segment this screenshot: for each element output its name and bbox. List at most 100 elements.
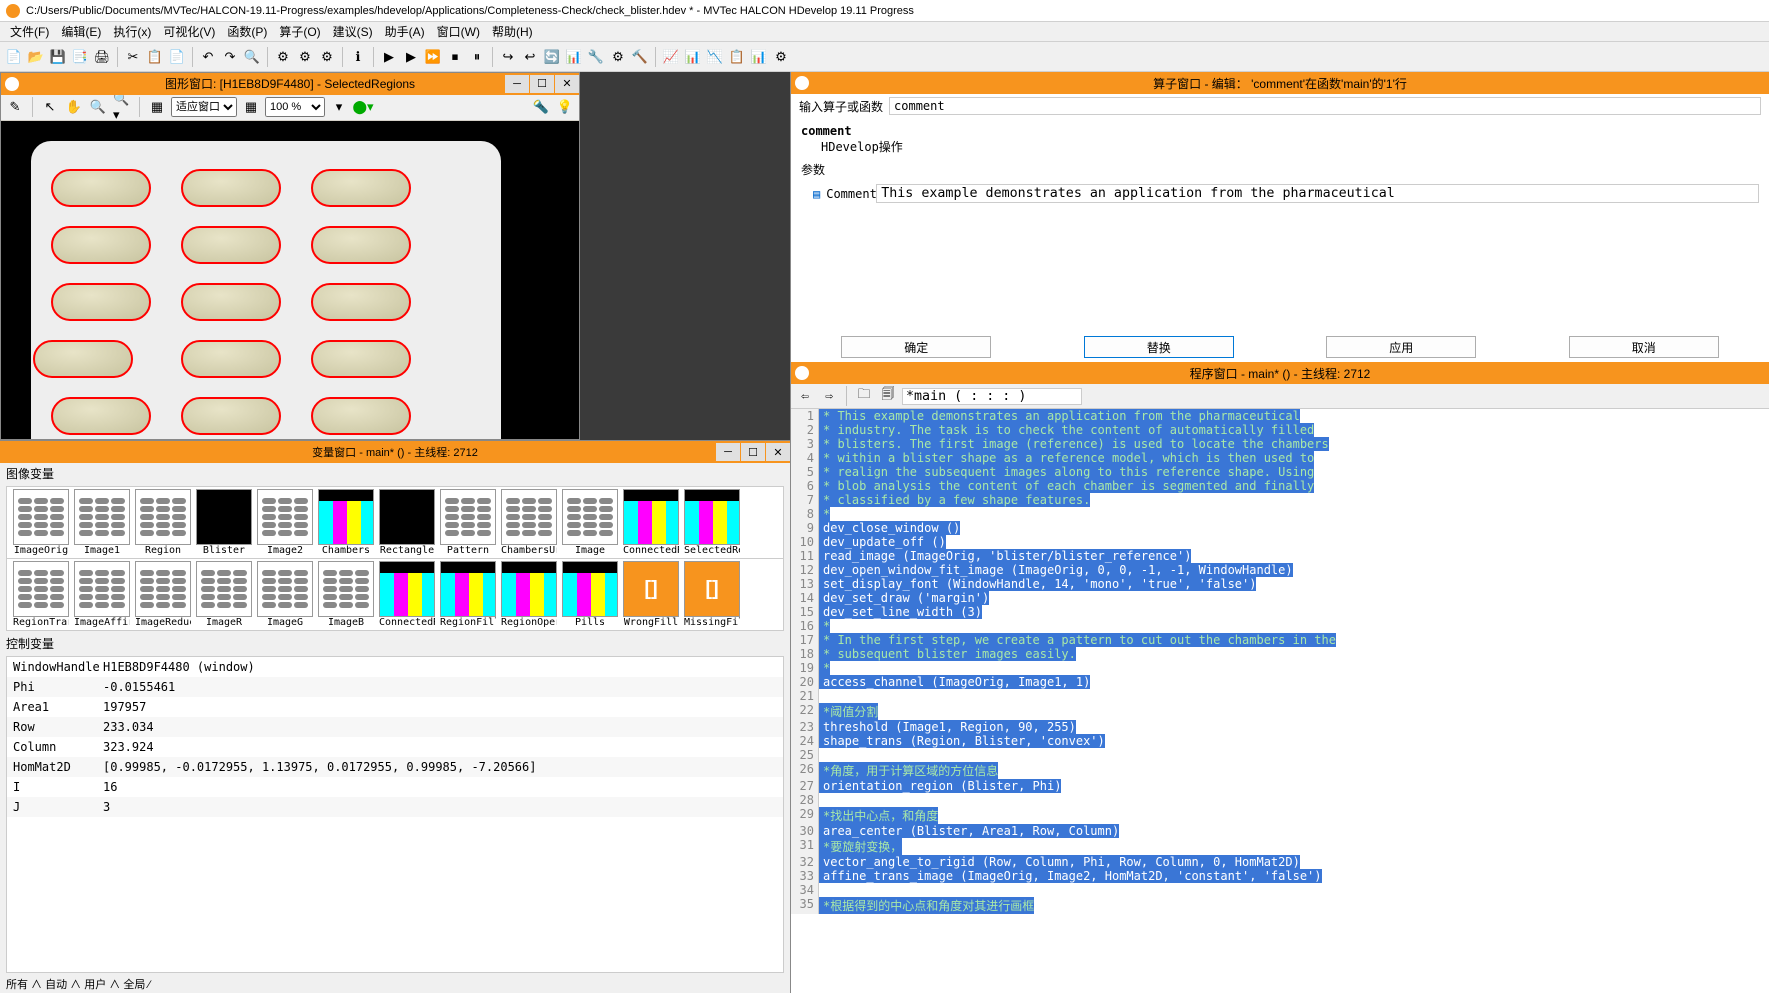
dropdown-icon[interactable]: ▾ bbox=[329, 97, 349, 117]
doc-icon[interactable]: ▤ bbox=[813, 187, 820, 201]
bulb-icon[interactable]: 💡 bbox=[555, 97, 575, 117]
code-line[interactable]: 28 bbox=[791, 793, 1769, 807]
variable-thumbnail[interactable]: Chambers bbox=[316, 489, 376, 556]
code-line[interactable]: 3* blisters. The first image (reference)… bbox=[791, 437, 1769, 451]
code-line[interactable]: 11read_image (ImageOrig, 'blister/bliste… bbox=[791, 549, 1769, 563]
toolbar-button[interactable]: ✂ bbox=[123, 47, 143, 67]
variable-thumbnail[interactable]: ImageReduc bbox=[133, 561, 193, 628]
variable-thumbnail[interactable]: Region bbox=[133, 489, 193, 556]
toolbar-button[interactable]: 🖨 bbox=[92, 47, 112, 67]
variable-thumbnail[interactable]: Image2 bbox=[255, 489, 315, 556]
graphics-viewport[interactable] bbox=[1, 121, 579, 439]
toolbar-button[interactable]: 📂 bbox=[26, 47, 46, 67]
nav-icon[interactable]: 🗀 bbox=[854, 386, 874, 406]
code-line[interactable]: 16* bbox=[791, 619, 1769, 633]
toolbar-button[interactable]: 🔄 bbox=[542, 47, 562, 67]
fit-icon[interactable]: ▦ bbox=[147, 97, 167, 117]
code-line[interactable]: 22*阈值分割 bbox=[791, 703, 1769, 720]
toolbar-button[interactable]: 📉 bbox=[705, 47, 725, 67]
code-line[interactable]: 9dev_close_window () bbox=[791, 521, 1769, 535]
code-line[interactable]: 34 bbox=[791, 883, 1769, 897]
code-line[interactable]: 20access_channel (ImageOrig, Image1, 1) bbox=[791, 675, 1769, 689]
variable-thumbnail[interactable]: RegionFill bbox=[438, 561, 498, 628]
scale-icon[interactable]: ▦ bbox=[241, 97, 261, 117]
code-line[interactable]: 10dev_update_off () bbox=[791, 535, 1769, 549]
code-line[interactable]: 30area_center (Blister, Area1, Row, Colu… bbox=[791, 824, 1769, 838]
pointer-icon[interactable]: ↖ bbox=[40, 97, 60, 117]
variable-thumbnail[interactable]: Pattern bbox=[438, 489, 498, 556]
menu-item[interactable]: 编辑(E) bbox=[61, 23, 101, 40]
code-line[interactable]: 1* This example demonstrates an applicat… bbox=[791, 409, 1769, 423]
control-vars-list[interactable]: WindowHandleH1EB8D9F4480 (window)Phi-0.0… bbox=[6, 656, 784, 973]
toolbar-button[interactable]: 📄 bbox=[167, 47, 187, 67]
toolbar-button[interactable]: ⏹ bbox=[445, 47, 465, 67]
toolbar-button[interactable]: 📊 bbox=[683, 47, 703, 67]
nav-icon[interactable]: 🗐 bbox=[878, 386, 898, 406]
variable-thumbnail[interactable]: Blister bbox=[194, 489, 254, 556]
toolbar-button[interactable]: 📈 bbox=[661, 47, 681, 67]
variable-thumbnail[interactable]: RegionOper bbox=[499, 561, 559, 628]
fit-select[interactable]: 适应窗口 bbox=[171, 97, 237, 117]
variable-thumbnail[interactable]: SelectedRe bbox=[682, 489, 742, 556]
toolbar-button[interactable]: 📄 bbox=[4, 47, 24, 67]
menu-item[interactable]: 窗口(W) bbox=[437, 23, 480, 40]
toolbar-button[interactable]: ↪ bbox=[498, 47, 518, 67]
variable-thumbnail[interactable]: RegionTrar bbox=[11, 561, 71, 628]
toolbar-button[interactable]: ▶ bbox=[401, 47, 421, 67]
color-icon[interactable]: ⬤▾ bbox=[353, 97, 373, 117]
control-var-row[interactable]: Row233.034 bbox=[7, 717, 783, 737]
menu-item[interactable]: 函数(P) bbox=[227, 23, 267, 40]
minimize-button[interactable]: ─ bbox=[716, 443, 740, 461]
menu-item[interactable]: 帮助(H) bbox=[492, 23, 533, 40]
toolbar-button[interactable]: 📋 bbox=[145, 47, 165, 67]
toolbar-button[interactable]: 📋 bbox=[727, 47, 747, 67]
control-var-row[interactable]: J3 bbox=[7, 797, 783, 817]
pencil-icon[interactable]: ✎ bbox=[5, 97, 25, 117]
code-line[interactable]: 17* In the first step, we create a patte… bbox=[791, 633, 1769, 647]
variable-thumbnail[interactable]: Image bbox=[560, 489, 620, 556]
variable-thumbnail[interactable]: ImageB bbox=[316, 561, 376, 628]
toolbar-button[interactable]: ⏸ bbox=[467, 47, 487, 67]
toolbar-button[interactable]: ℹ bbox=[348, 47, 368, 67]
menu-item[interactable]: 执行(x) bbox=[113, 23, 151, 40]
variable-thumbnail[interactable]: ImageR bbox=[194, 561, 254, 628]
code-line[interactable]: 26*角度，用于计算区域的方位信息 bbox=[791, 762, 1769, 779]
variable-thumbnail[interactable]: []MissingFil bbox=[682, 561, 742, 628]
param-value-input[interactable] bbox=[876, 184, 1759, 203]
code-line[interactable]: 5* realign the subsequent images along t… bbox=[791, 465, 1769, 479]
back-icon[interactable]: ⇦ bbox=[795, 386, 815, 406]
toolbar-button[interactable]: ↶ bbox=[198, 47, 218, 67]
variable-tabs[interactable]: 所有 ∧ 自动 ∧ 用户 ∧ 全局 ∕ bbox=[0, 975, 790, 993]
operator-input[interactable] bbox=[889, 97, 1761, 115]
toolbar-button[interactable]: ↷ bbox=[220, 47, 240, 67]
code-line[interactable]: 2* industry. The task is to check the co… bbox=[791, 423, 1769, 437]
code-editor[interactable]: 1* This example demonstrates an applicat… bbox=[791, 408, 1769, 993]
code-line[interactable]: 31*要旋射变换， bbox=[791, 838, 1769, 855]
code-line[interactable]: 18* subsequent blister images easily. bbox=[791, 647, 1769, 661]
toolbar-button[interactable]: 💾 bbox=[48, 47, 68, 67]
menu-item[interactable]: 算子(O) bbox=[279, 23, 320, 40]
toolbar-button[interactable]: ▶ bbox=[379, 47, 399, 67]
close-button[interactable]: ✕ bbox=[766, 443, 790, 461]
toolbar-button[interactable]: ⚙ bbox=[295, 47, 315, 67]
toolbar-button[interactable]: 🔍 bbox=[242, 47, 262, 67]
menu-item[interactable]: 文件(F) bbox=[10, 23, 49, 40]
zoom-in-icon[interactable]: 🔍 bbox=[88, 97, 108, 117]
code-line[interactable]: 14dev_set_draw ('margin') bbox=[791, 591, 1769, 605]
code-line[interactable]: 12dev_open_window_fit_image (ImageOrig, … bbox=[791, 563, 1769, 577]
variable-thumbnail[interactable]: ImageAffir bbox=[72, 561, 132, 628]
control-var-row[interactable]: Column323.924 bbox=[7, 737, 783, 757]
toolbar-button[interactable]: ⚙ bbox=[273, 47, 293, 67]
code-line[interactable]: 13set_display_font (WindowHandle, 14, 'm… bbox=[791, 577, 1769, 591]
operator-button-确定[interactable]: 确定 bbox=[841, 336, 991, 358]
code-line[interactable]: 15dev_set_line_width (3) bbox=[791, 605, 1769, 619]
control-var-row[interactable]: HomMat2D[0.99985, -0.0172955, 1.13975, 0… bbox=[7, 757, 783, 777]
maximize-button[interactable]: ☐ bbox=[741, 443, 765, 461]
variable-thumbnail[interactable]: ImageG bbox=[255, 561, 315, 628]
operator-button-应用[interactable]: 应用 bbox=[1326, 336, 1476, 358]
forward-icon[interactable]: ⇨ bbox=[819, 386, 839, 406]
variable-thumbnail[interactable]: ChambersUr bbox=[499, 489, 559, 556]
control-var-row[interactable]: I16 bbox=[7, 777, 783, 797]
menu-item[interactable]: 建议(S) bbox=[333, 23, 373, 40]
variable-thumbnail[interactable]: ImageOrig bbox=[11, 489, 71, 556]
